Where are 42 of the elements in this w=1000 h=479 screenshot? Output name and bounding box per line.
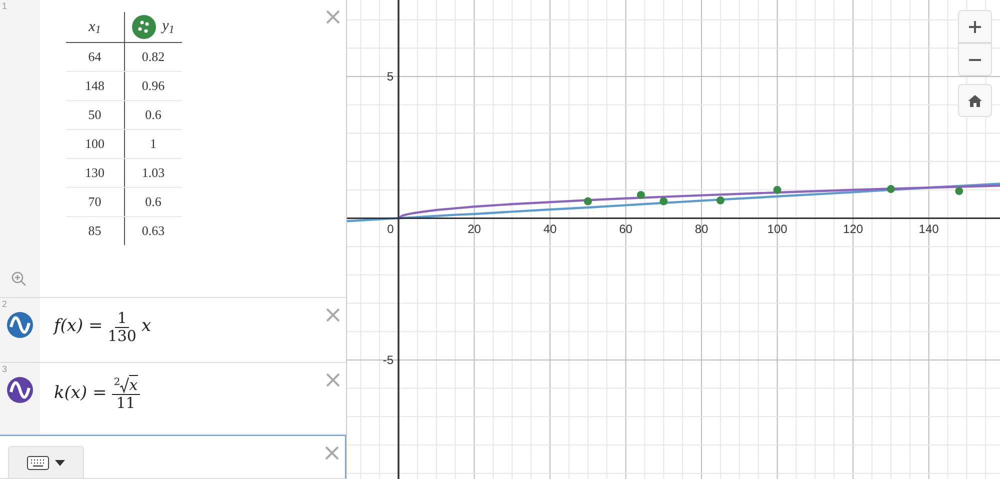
tick-label: 5 (386, 70, 394, 84)
table-cell[interactable]: 0.63 (124, 216, 182, 245)
keyboard-button[interactable] (8, 446, 84, 478)
zoom-icon[interactable] (11, 271, 27, 287)
row-number: 2 (1, 298, 8, 310)
table-cell[interactable]: 0.82 (124, 42, 182, 71)
table-cell[interactable]: 1.03 (124, 158, 182, 187)
home-icon (968, 94, 982, 106)
radical-sign-icon (120, 377, 130, 393)
tick-label: 20 (468, 222, 481, 236)
tick-label: 120 (843, 222, 864, 236)
table-cell[interactable]: 130 (66, 158, 124, 187)
table-cell[interactable]: 50 (66, 100, 124, 129)
wave-icon[interactable] (7, 377, 33, 403)
table-cell[interactable]: 64 (66, 42, 124, 71)
tick-label: 80 (694, 222, 708, 236)
wave-icon[interactable] (7, 312, 33, 338)
keyboard-icon (27, 456, 49, 470)
table-cell[interactable]: 0.6 (124, 187, 182, 216)
column-header: y$_{1}$ (162, 18, 174, 34)
table-cell[interactable]: 0.6 (124, 100, 182, 129)
tick-label: 40 (543, 222, 557, 236)
zoom-out-button[interactable] (958, 43, 992, 76)
plus-icon (969, 20, 981, 32)
zoom-in-button[interactable] (958, 10, 992, 43)
row-number: 1 (1, 0, 8, 12)
table-cell[interactable]: 100 (66, 129, 124, 158)
column-header: x$_{1}$ (66, 12, 124, 42)
tick-label: 60 (619, 222, 632, 236)
table-cell[interactable]: 1 (124, 129, 182, 158)
table-cell[interactable]: 70 (66, 187, 124, 216)
tick-label: -5 (382, 352, 394, 367)
caret-icon (55, 460, 65, 466)
table-cell[interactable]: 0.96 (124, 71, 182, 100)
tick-label: 0 (387, 222, 394, 236)
table-cell[interactable]: 85 (66, 216, 124, 245)
row-number: 3 (1, 363, 8, 375)
table-cell[interactable]: 148 (66, 71, 124, 100)
tick-label: 100 (767, 222, 788, 236)
home-button[interactable] (958, 84, 992, 117)
points-icon[interactable] (132, 14, 156, 39)
tick-label: 140 (918, 222, 939, 236)
